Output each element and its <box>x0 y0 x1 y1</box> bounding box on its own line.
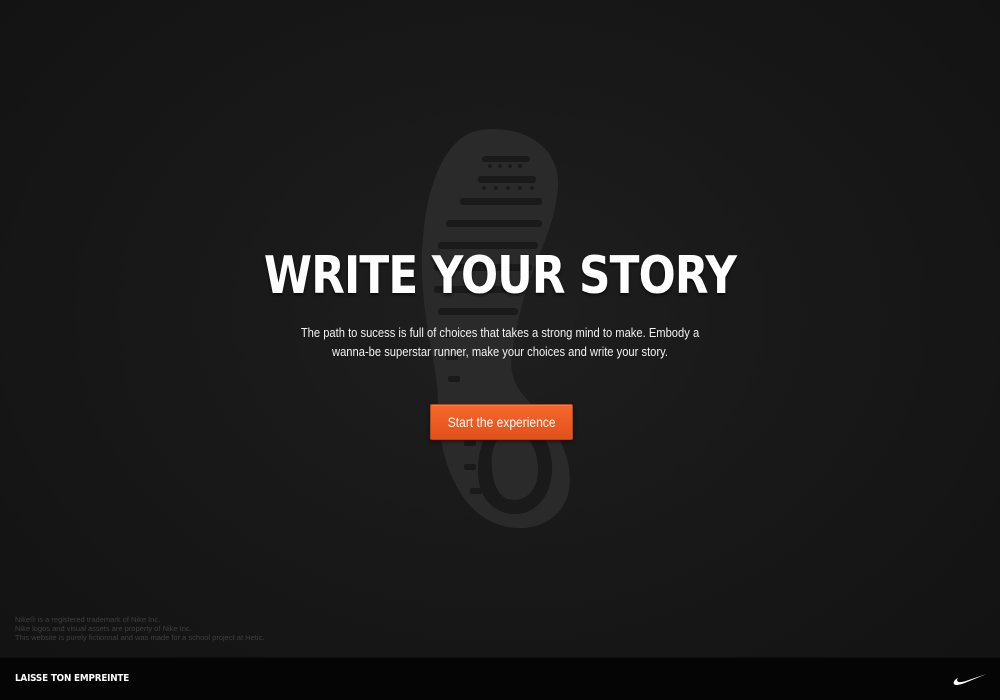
footer-bar: LAISSE TON EMPREINTE <box>0 657 1000 700</box>
intro-line: The path to sucess is full of choices th… <box>300 325 700 340</box>
intro-line: wanna-be superstar runner, make your cho… <box>332 344 668 359</box>
landing-page: WRITE YOUR STORY The path to sucess is f… <box>0 0 1000 700</box>
legal-line: Nike logos and visual assets are propert… <box>15 624 192 633</box>
start-experience-button[interactable]: Start the experience <box>430 404 573 440</box>
legal-notice: Nike® is a registered trademark of Nike … <box>15 615 264 642</box>
start-experience-label: Start the experience <box>447 414 556 430</box>
brand-label: LAISSE TON EMPREINTE <box>15 673 130 684</box>
intro-text: The path to sucess is full of choices th… <box>285 323 715 361</box>
legal-line: This website is purely fictionnal and wa… <box>15 633 265 642</box>
nike-swoosh-icon[interactable] <box>953 671 987 686</box>
page-title: WRITE YOUR STORY <box>263 246 737 306</box>
legal-line: Nike® is a registered trademark of Nike … <box>15 615 161 624</box>
